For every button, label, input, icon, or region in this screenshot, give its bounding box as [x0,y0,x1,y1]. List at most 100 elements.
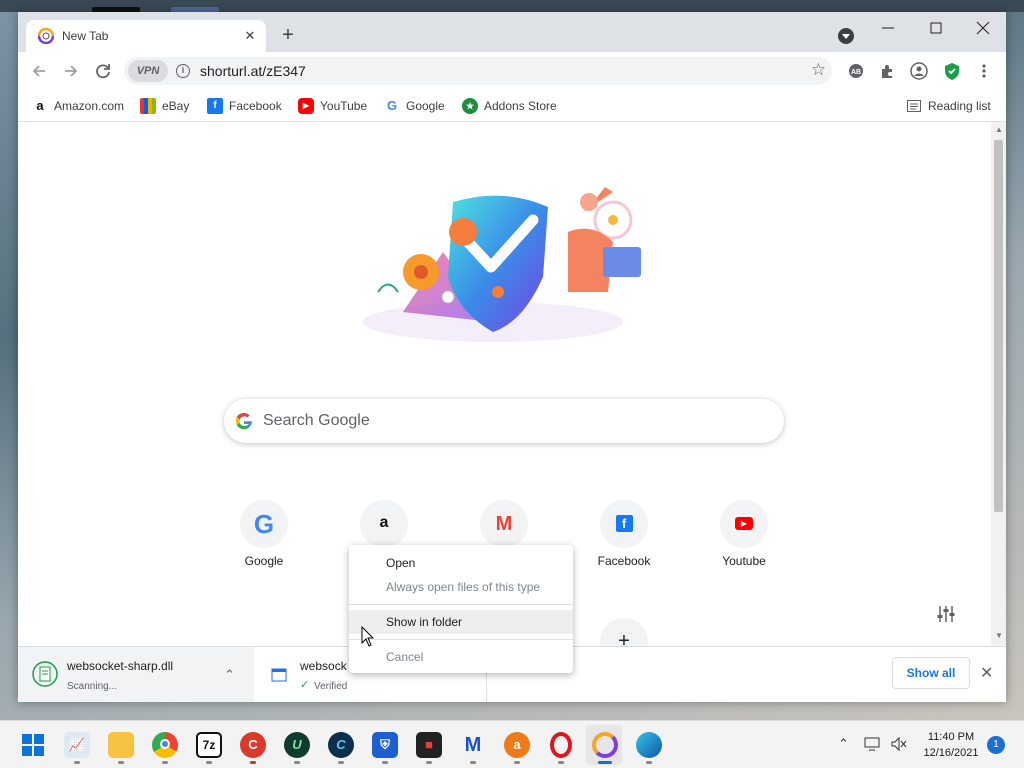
search-placeholder: Search Google [263,412,370,429]
chrome-icon[interactable] [152,732,178,758]
toolbar: VPN i shorturl.at/zE347 ☆ AB [18,52,1006,90]
bookmark-facebook[interactable]: f Facebook [207,97,282,115]
chevron-up-icon[interactable]: ⌃ [224,667,235,683]
site-info-icon[interactable]: i [176,64,190,78]
shield-app-icon[interactable]: ⛨ [372,732,398,758]
scrollbar-thumb[interactable] [994,140,1003,512]
shortcut-facebook[interactable]: f Facebook [568,488,680,576]
malwarebytes-icon[interactable]: M [460,732,486,758]
running-indicator [206,761,212,764]
amazon-icon: a [36,98,44,113]
customize-sliders-icon[interactable] [934,602,958,626]
bookmarks-bar: a Amazon.com eBay f Facebook ▶ YouTube G… [18,90,1006,122]
u-app-icon[interactable]: U [284,732,310,758]
bookmark-star-icon[interactable]: ☆ [811,60,826,80]
notification-badge[interactable]: 1 [987,736,1005,754]
menu-separator [349,639,573,640]
bookmark-addons-store[interactable]: ★ Addons Store [462,97,557,115]
google-search-box[interactable]: Search Google [224,399,784,443]
browser-logo-icon [38,28,54,44]
browser-icon[interactable] [592,732,618,758]
avast-icon[interactable]: a [504,732,530,758]
reading-list-icon [907,100,921,112]
facebook-icon: f [207,98,223,114]
menu-item-always-open[interactable]: Always open files of this type [349,575,573,599]
adblock-extension-icon[interactable]: AB [845,60,867,82]
minimize-icon[interactable] [868,16,908,40]
running-indicator [426,761,432,764]
clock-date: 12/16/2021 [923,747,979,759]
running-indicator [294,761,300,764]
maximize-icon[interactable] [916,16,956,40]
show-all-button[interactable]: Show all [892,657,970,689]
security-shield-icon[interactable] [941,60,963,82]
video-app-icon[interactable]: ■ [416,732,442,758]
shortcut-youtube[interactable]: ▶ Youtube [688,488,800,576]
reload-icon[interactable] [92,60,114,82]
download-status: Verified [314,681,348,692]
taskbar: 📈 7z C U C ⛨ ■ M a ⌃ 11:40 PM 12/16/2021… [0,720,1024,768]
vpn-button[interactable]: VPN [128,60,168,82]
c-app-icon[interactable]: C [328,732,354,758]
7zip-icon[interactable]: 7z [196,732,222,758]
tab-search-button[interactable] [838,28,854,44]
download-item[interactable]: websocket-sharp.dll Scanning... ⌃ [18,647,254,702]
profile-avatar-icon[interactable] [908,60,930,82]
display-icon[interactable] [864,736,882,752]
shortcut-google[interactable]: G Google [208,488,320,576]
back-arrow-icon[interactable] [28,60,50,82]
new-tab-button[interactable]: + [276,24,300,48]
close-downloads-icon[interactable]: ✕ [980,663,993,683]
file-dll-icon [32,661,58,687]
opera-icon[interactable] [550,732,572,758]
ccleaner-icon[interactable]: C [240,732,266,758]
task-manager-icon[interactable]: 📈 [64,732,90,758]
close-window-icon[interactable] [963,16,1003,40]
running-indicator [162,761,168,764]
chevron-up-icon[interactable]: ⌃ [838,736,849,752]
speaker-muted-icon[interactable] [890,736,908,752]
running-indicator [382,761,388,764]
edge-like-icon[interactable] [636,732,662,758]
running-indicator [118,761,124,764]
file-explorer-icon[interactable] [108,732,134,758]
scroll-up-arrow-icon[interactable]: ▲ [995,125,1003,134]
menu-separator [349,604,573,605]
shortcut-label: Facebook [597,554,651,568]
download-context-menu: Open Always open files of this type Show… [349,545,573,673]
address-bar[interactable]: VPN i shorturl.at/zE347 ☆ [124,57,832,85]
shortcut-label: Google [244,554,284,568]
active-indicator [598,761,612,764]
scroll-down-arrow-icon[interactable]: ▼ [995,631,1003,640]
svg-text:AB: AB [851,69,861,76]
download-filename: websocket-sharp.dll [67,659,174,673]
menu-kebab-icon[interactable] [973,60,995,82]
bookmark-amazon[interactable]: a Amazon.com [32,97,124,115]
extensions-puzzle-icon[interactable] [877,60,899,82]
bookmark-label: eBay [162,99,190,113]
menu-item-cancel[interactable]: Cancel [349,645,573,669]
bookmark-ebay[interactable]: eBay [140,97,189,115]
bookmark-label: YouTube [320,99,368,113]
reading-list-button[interactable]: Reading list [906,97,991,115]
tab-new-tab[interactable]: New Tab ✕ [26,20,266,52]
file-app-icon [271,668,287,682]
reading-list-label: Reading list [928,99,991,113]
menu-item-open[interactable]: Open [349,551,573,575]
system-clock[interactable]: 11:40 PM 12/16/2021 [918,729,984,761]
bookmark-google[interactable]: G Google [384,97,445,115]
gmail-icon: M [480,500,528,548]
bookmark-youtube[interactable]: ▶ YouTube [298,97,367,115]
vertical-scrollbar[interactable]: ▲ ▼ [991,122,1006,646]
desktop-background-strip [0,0,1024,12]
close-icon[interactable]: ✕ [242,28,258,44]
youtube-icon: ▶ [720,500,768,548]
mouse-cursor-icon [361,626,375,647]
url-text[interactable]: shorturl.at/zE347 [200,63,306,79]
download-filename: websock [300,659,347,673]
forward-arrow-icon[interactable] [60,60,82,82]
tab-title: New Tab [62,29,109,43]
menu-item-show-in-folder[interactable]: Show in folder [349,610,573,634]
running-indicator [250,761,256,764]
start-icon[interactable] [20,732,46,758]
